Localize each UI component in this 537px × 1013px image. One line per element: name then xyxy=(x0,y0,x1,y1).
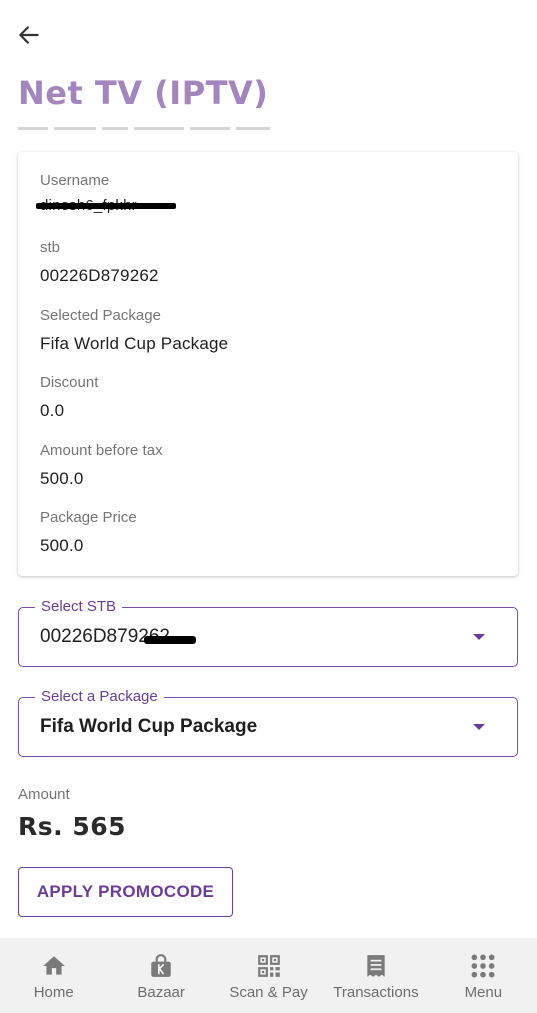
select-package-dropdown[interactable]: Select a Package Fifa World Cup Package xyxy=(18,688,518,757)
nav-item-bazaar[interactable]: Bazaar xyxy=(107,938,214,1013)
select-stb-value: 00226D879262 xyxy=(40,626,196,648)
detail-package-price: Package Price 500.0 xyxy=(40,509,137,556)
bottom-navigation: Home Bazaar Scan & Pay Transactions Menu xyxy=(0,938,537,1013)
amount-value: Rs. 565 xyxy=(18,812,127,841)
detail-label: Username xyxy=(40,172,110,189)
select-stb-label: Select STB xyxy=(35,598,123,615)
detail-value-username: dinesh6_fpkhr xyxy=(36,197,176,214)
nav-item-home[interactable]: Home xyxy=(0,938,107,1013)
detail-value: 0.0 xyxy=(40,401,65,420)
detail-username: Username dinesh6_fpkhr xyxy=(36,172,176,215)
nav-label: Home xyxy=(33,984,74,1001)
detail-selected-package: Selected Package Fifa World Cup Package xyxy=(40,307,228,354)
detail-value: 500.0 xyxy=(40,536,84,555)
detail-value: 500.0 xyxy=(40,469,84,488)
page-title: Net TV (IPTV) xyxy=(18,74,269,112)
apply-promocode-button[interactable]: APPLY PROMOCODE xyxy=(18,867,233,917)
nav-item-transactions[interactable]: Transactions xyxy=(322,938,429,1013)
detail-label: Selected Package xyxy=(40,307,161,324)
detail-label: Package Price xyxy=(40,509,137,526)
chevron-down-icon xyxy=(473,634,485,640)
qr-icon xyxy=(255,952,283,980)
bag-icon xyxy=(147,952,175,980)
detail-amount-before-tax: Amount before tax 500.0 xyxy=(40,442,163,489)
select-stb-dropdown[interactable]: Select STB 00226D879262 xyxy=(18,598,518,667)
detail-discount: Discount 0.0 xyxy=(40,374,98,421)
redaction-bar xyxy=(36,203,176,209)
detail-value: 00226D879262 xyxy=(40,266,159,285)
select-package-value: Fifa World Cup Package xyxy=(40,716,258,737)
detail-label: Amount before tax xyxy=(40,442,163,459)
subscription-details-card: Username dinesh6_fpkhr stb 00226D879262 … xyxy=(18,152,518,576)
detail-label: Discount xyxy=(40,374,99,391)
chevron-down-icon xyxy=(473,724,485,730)
detail-label: stb xyxy=(40,239,61,256)
apply-promocode-label: APPLY PROMOCODE xyxy=(36,882,215,901)
scrolled-subtitle-remnant xyxy=(18,127,298,137)
nav-label: Transactions xyxy=(333,984,419,1001)
nav-label: Bazaar xyxy=(137,984,185,1001)
redaction-bar xyxy=(144,636,196,644)
select-package-label: Select a Package xyxy=(35,688,164,705)
grid-icon xyxy=(469,952,497,980)
home-icon xyxy=(40,952,68,980)
nav-item-scan-pay[interactable]: Scan & Pay xyxy=(215,938,322,1013)
nav-label: Menu xyxy=(464,984,503,1001)
receipt-icon xyxy=(362,952,390,980)
back-button[interactable] xyxy=(14,20,44,50)
amount-label: Amount xyxy=(18,786,70,803)
nav-label: Scan & Pay xyxy=(229,984,308,1001)
detail-stb: stb 00226D879262 xyxy=(40,239,159,286)
arrow-left-icon xyxy=(19,26,39,44)
nav-item-menu[interactable]: Menu xyxy=(430,938,537,1013)
detail-value: Fifa World Cup Package xyxy=(40,334,229,353)
